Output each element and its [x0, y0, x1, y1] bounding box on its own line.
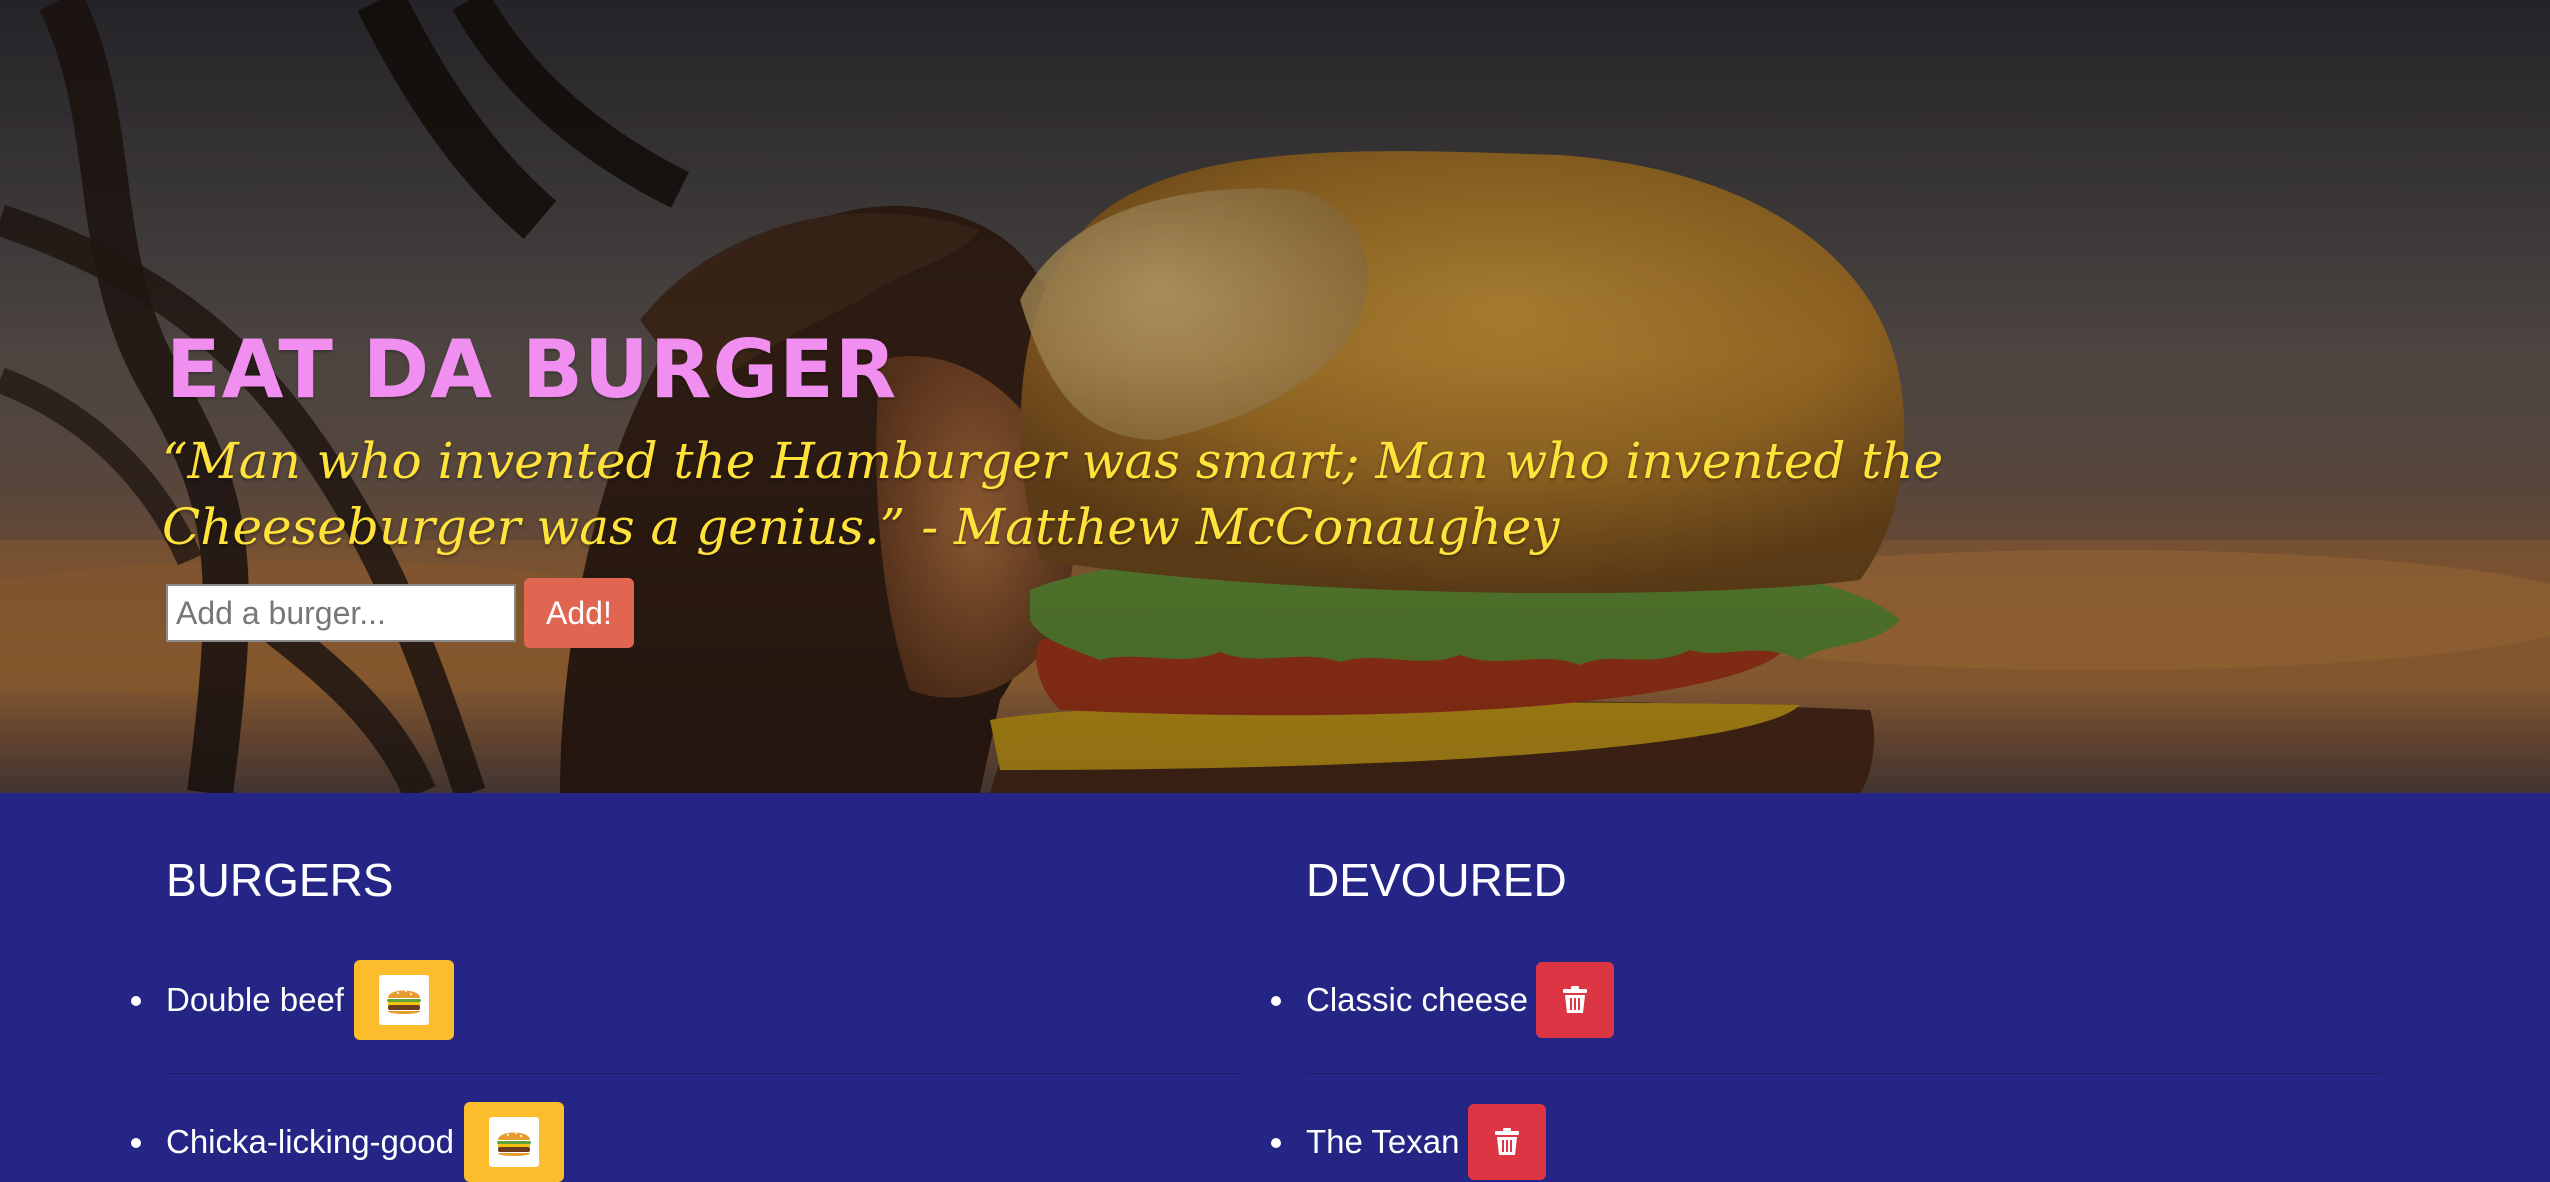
burger-lists: BURGERS Double beef Chicka-licking-good … — [0, 793, 2550, 1182]
burger-icon — [378, 975, 429, 1025]
trash-icon — [1562, 986, 1587, 1013]
list-divider — [1306, 1073, 2382, 1074]
trash-icon — [1494, 1128, 1519, 1155]
list-item: Classic cheese — [1271, 961, 2382, 1074]
burger-icon — [488, 1117, 539, 1167]
list-item: Chicka-licking-good — [131, 1102, 1242, 1182]
burger-name: Classic cheese — [1306, 981, 1528, 1018]
burgers-list: Double beef Chicka-licking-good — [131, 960, 1242, 1182]
burger-name: The Texan — [1306, 1123, 1460, 1160]
list-item: The Texan — [1271, 1103, 2382, 1181]
burger-name: Chicka-licking-good — [166, 1123, 454, 1160]
devoured-list: Classic cheese The Texan — [1271, 961, 2382, 1181]
burger-name-input[interactable] — [166, 584, 516, 642]
delete-button[interactable] — [1467, 1104, 1546, 1180]
hero-banner: EAT DA BURGER “Man who invented the Hamb… — [0, 0, 2550, 793]
hero-content: EAT DA BURGER “Man who invented the Hamb… — [162, 323, 2366, 648]
hero-quote: “Man who invented the Hamburger was smar… — [162, 432, 1944, 556]
burgers-heading: BURGERS — [166, 854, 394, 906]
delete-button[interactable] — [1535, 962, 1614, 1038]
add-burger-button[interactable]: Add! — [524, 578, 634, 648]
add-burger-form: Add! — [166, 578, 2366, 648]
list-divider — [166, 1073, 1242, 1074]
devour-button[interactable] — [463, 1102, 564, 1182]
devoured-column: DEVOURED Classic cheese The Texan — [1271, 793, 2382, 1181]
burgers-column: BURGERS Double beef Chicka-licking-good — [131, 793, 1242, 1182]
burger-name: Double beef — [166, 981, 344, 1018]
page-title: EAT DA BURGER — [166, 323, 898, 416]
devoured-heading: DEVOURED — [1306, 854, 1567, 906]
devour-button[interactable] — [353, 960, 454, 1040]
list-item: Double beef — [131, 960, 1242, 1074]
